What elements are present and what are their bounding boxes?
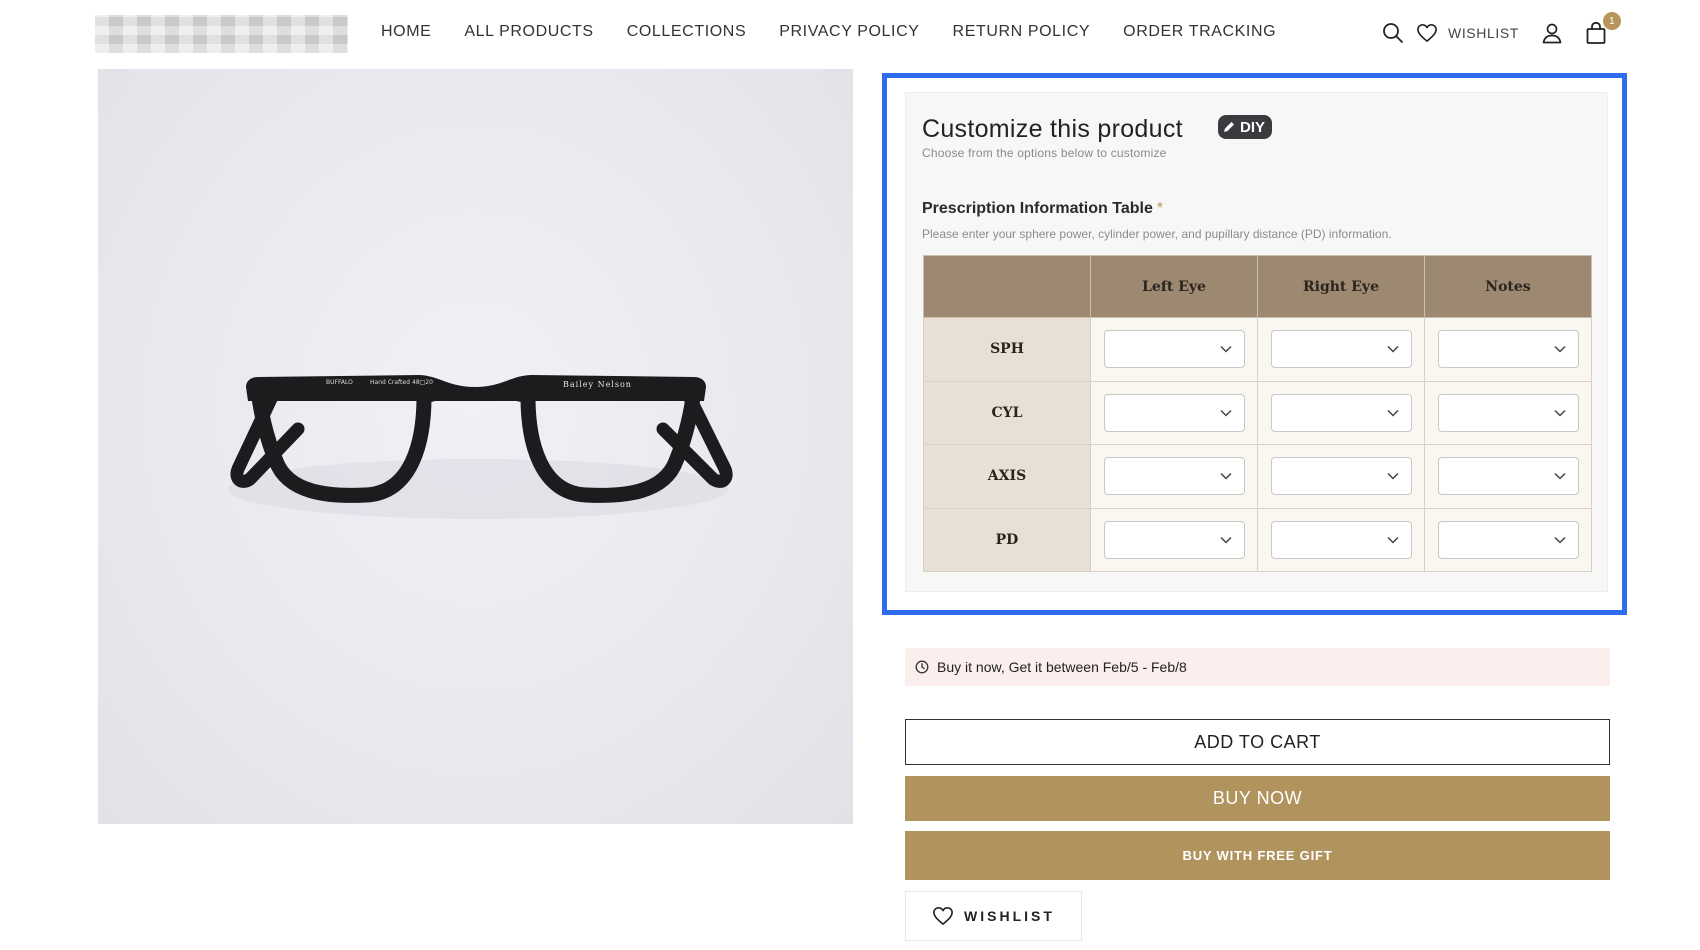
rx-description: Please enter your sphere power, cylinder… xyxy=(922,227,1392,241)
axis-left-eye-select[interactable] xyxy=(1103,457,1245,496)
nav-return-policy[interactable]: RETURN POLICY xyxy=(953,23,1091,41)
diy-badge: DIY xyxy=(1218,115,1273,139)
buy-now-button[interactable]: BUY NOW xyxy=(905,776,1610,821)
pencil-icon xyxy=(1224,122,1234,132)
column-header-empty xyxy=(923,255,1091,318)
chevron-down-icon xyxy=(1553,473,1566,480)
cyl-right-eye-select[interactable] xyxy=(1270,393,1412,432)
wishlist-button-label: WISHLIST xyxy=(964,908,1055,924)
chevron-down-icon xyxy=(1386,473,1399,480)
chevron-down-icon xyxy=(1219,346,1232,353)
row-label-cyl: CYL xyxy=(923,380,1091,445)
header-actions: WISHLIST 1 xyxy=(1380,12,1621,48)
pd-left-eye-select[interactable] xyxy=(1103,520,1245,559)
cyl-left-eye-select[interactable] xyxy=(1103,393,1245,432)
customize-title: Customize this product xyxy=(922,115,1183,143)
nav-home[interactable]: HOME xyxy=(381,23,431,41)
column-header-right-eye: Right Eye xyxy=(1257,255,1425,318)
table-row: CYL xyxy=(923,380,1592,445)
cart-button[interactable]: 1 xyxy=(1583,12,1621,46)
column-header-notes: Notes xyxy=(1424,255,1592,318)
user-icon[interactable] xyxy=(1539,20,1565,46)
search-icon[interactable] xyxy=(1380,20,1406,46)
table-row: SPH xyxy=(923,317,1592,382)
row-label-sph: SPH xyxy=(923,317,1091,382)
chevron-down-icon xyxy=(1386,536,1399,544)
column-header-left-eye: Left Eye xyxy=(1090,255,1258,318)
add-to-cart-button[interactable]: ADD TO CART xyxy=(905,719,1610,765)
row-label-axis: AXIS xyxy=(923,444,1091,509)
frame-text-hand-crafted: Hand Crafted xyxy=(370,379,410,386)
diy-badge-label: DIY xyxy=(1240,118,1266,136)
add-to-wishlist-button[interactable]: WISHLIST xyxy=(905,891,1082,941)
nav-privacy-policy[interactable]: PRIVACY POLICY xyxy=(779,23,919,41)
nav-collections[interactable]: COLLECTIONS xyxy=(627,23,747,41)
frame-text-buffalo: BUFFALO xyxy=(326,379,353,386)
nav-order-tracking[interactable]: ORDER TRACKING xyxy=(1123,23,1276,41)
sph-notes-select[interactable] xyxy=(1437,330,1579,369)
clock-icon xyxy=(915,660,929,674)
sph-left-eye-select[interactable] xyxy=(1103,330,1245,369)
delivery-estimate: Buy it now, Get it between Feb/5 - Feb/8 xyxy=(905,648,1610,686)
heart-icon[interactable] xyxy=(1414,20,1440,46)
customize-subtitle: Choose from the options below to customi… xyxy=(922,146,1167,160)
main-nav: HOME ALL PRODUCTS COLLECTIONS PRIVACY PO… xyxy=(381,23,1309,41)
delivery-text: Buy it now, Get it between Feb/5 - Feb/8 xyxy=(937,659,1187,675)
nav-all-products[interactable]: ALL PRODUCTS xyxy=(464,23,593,41)
customize-panel: Customize this product DIY Choose from t… xyxy=(905,92,1608,592)
chevron-down-icon xyxy=(1219,473,1232,480)
cyl-notes-select[interactable] xyxy=(1437,393,1579,432)
axis-right-eye-select[interactable] xyxy=(1270,457,1412,496)
chevron-down-icon xyxy=(1386,346,1399,353)
product-image[interactable]: BUFFALO Hand Crafted 48□20 Bailey Nelson xyxy=(98,69,853,824)
chevron-down-icon xyxy=(1219,409,1232,417)
axis-notes-select[interactable] xyxy=(1437,457,1579,496)
pd-notes-select[interactable] xyxy=(1437,520,1579,559)
pd-right-eye-select[interactable] xyxy=(1270,520,1412,559)
buy-with-free-gift-button[interactable]: BUY WITH FREE GIFT xyxy=(905,831,1610,880)
eyeglasses-illustration: BUFFALO Hand Crafted 48□20 Bailey Nelson xyxy=(228,375,733,519)
table-row: AXIS xyxy=(923,444,1592,509)
heart-icon xyxy=(933,907,953,925)
site-header: HOME ALL PRODUCTS COLLECTIONS PRIVACY PO… xyxy=(0,0,1700,66)
frame-text-size: 48□20 xyxy=(412,379,433,386)
row-label-pd: PD xyxy=(923,507,1091,572)
prescription-table: Left Eye Right Eye Notes SPH CYL AXIS PD xyxy=(923,255,1592,572)
frame-text-brand: Bailey Nelson xyxy=(563,380,632,389)
chevron-down-icon xyxy=(1553,346,1566,353)
rx-table-title: Prescription Information Table * xyxy=(922,200,1163,218)
cart-count-badge: 1 xyxy=(1602,12,1621,30)
required-mark: * xyxy=(1156,200,1164,217)
sph-right-eye-select[interactable] xyxy=(1270,330,1412,369)
table-row: PD xyxy=(923,507,1592,572)
header-wishlist-link[interactable]: WISHLIST xyxy=(1448,25,1519,41)
chevron-down-icon xyxy=(1553,409,1566,417)
site-logo[interactable] xyxy=(95,15,348,53)
chevron-down-icon xyxy=(1386,409,1399,417)
chevron-down-icon xyxy=(1553,536,1566,544)
rx-title-text: Prescription Information Table xyxy=(922,200,1153,217)
chevron-down-icon xyxy=(1219,536,1232,544)
